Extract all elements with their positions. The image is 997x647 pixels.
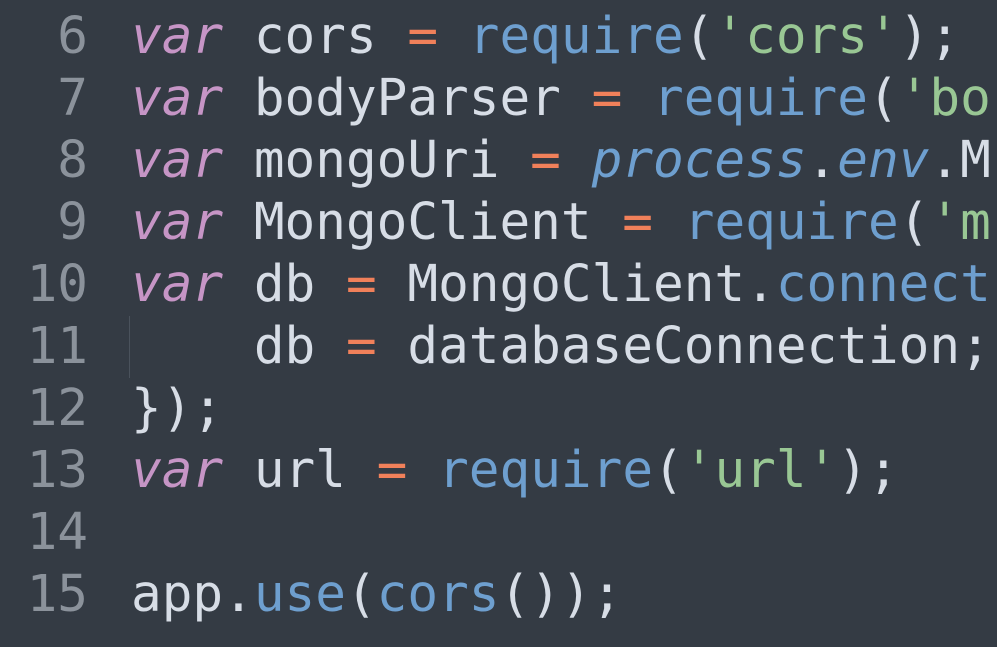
code-token-text: mongoUri — [223, 131, 531, 190]
code-token-keyword: var — [131, 193, 224, 252]
line-number: 10 — [26, 255, 88, 314]
line-number: 7 — [57, 69, 88, 128]
code-token-text: ); — [837, 441, 899, 500]
code-text: var bodyParser = require('bo — [131, 68, 991, 130]
code-token-operator: = — [345, 317, 377, 376]
code-line[interactable]: 8 var mongoUri = process.env.M — [0, 130, 997, 192]
code-token-text: MongoClient — [223, 193, 623, 252]
code-token-text: databaseConnection; — [376, 317, 991, 376]
line-number: 8 — [57, 131, 88, 190]
code-token-text: . — [806, 131, 838, 190]
code-text: var mongoUri = process.env.M — [131, 130, 991, 192]
code-text: var cors = require('cors'); — [131, 6, 960, 68]
code-token-text: url — [223, 441, 377, 500]
code-token-string: 'm — [929, 193, 991, 252]
line-number: 9 — [57, 193, 88, 252]
code-line[interactable]: 7 var bodyParser = require('bo — [0, 68, 997, 130]
code-token-text: ( — [683, 7, 715, 66]
code-token-function: process — [591, 131, 807, 190]
code-lines: 6 var cors = require('cors'); 7 var bodyPar… — [0, 6, 997, 626]
code-token-function: cors — [376, 565, 500, 624]
code-token-text: db — [131, 317, 346, 376]
code-token-text: ( — [867, 69, 899, 128]
code-token-function: require — [468, 7, 684, 66]
code-token-function: connect — [775, 255, 991, 314]
code-line[interactable]: 12}); — [0, 378, 997, 440]
line-number: 13 — [26, 441, 88, 500]
code-token-function: env — [837, 131, 930, 190]
line-number: 14 — [26, 503, 88, 562]
code-line[interactable]: 14 — [0, 502, 997, 564]
code-token-text: MongoClient. — [376, 255, 776, 314]
code-token-text: ()); — [499, 565, 623, 624]
code-text: app.use(cors()); — [131, 564, 622, 626]
code-text: }); — [131, 378, 223, 440]
code-token-function: require — [683, 193, 899, 252]
code-text: var MongoClient = require('m — [131, 192, 991, 254]
code-text: var url = require('url'); — [131, 440, 899, 502]
code-token-keyword: var — [131, 255, 224, 314]
code-token-string: 'cors' — [714, 7, 899, 66]
code-token-operator: = — [407, 7, 439, 66]
code-token-text: bodyParser — [223, 69, 592, 128]
line-number: 15 — [26, 565, 88, 624]
code-token-keyword: var — [131, 131, 224, 190]
code-text: db = databaseConnection; — [131, 316, 991, 378]
code-token-text: db — [223, 255, 346, 314]
code-token-function: require — [653, 69, 868, 128]
code-line[interactable]: 10 var db = MongoClient.connect — [0, 254, 997, 316]
code-token-function: require — [438, 441, 654, 500]
code-token-string: 'url' — [683, 441, 838, 500]
code-token-text: app. — [131, 565, 254, 624]
code-token-text: .M — [929, 131, 991, 190]
code-token-keyword: var — [131, 7, 224, 66]
code-token-keyword: var — [131, 69, 224, 128]
code-token-operator: = — [622, 193, 654, 252]
code-token-string: 'bo — [898, 69, 991, 128]
code-line[interactable]: 13 var url = require('url'); — [0, 440, 997, 502]
code-token-text: ( — [345, 565, 377, 624]
code-token-text: }); — [131, 379, 224, 438]
code-token-operator: = — [591, 69, 623, 128]
indent-guide — [129, 316, 130, 378]
code-token-text: ); — [898, 7, 961, 66]
code-token-text: ( — [898, 193, 930, 252]
code-line[interactable]: 11 db = databaseConnection; — [0, 316, 997, 378]
code-editor[interactable]: 6 var cors = require('cors'); 7 var bodyPar… — [0, 0, 997, 647]
code-token-operator: = — [376, 441, 408, 500]
code-token-text: ( — [653, 441, 684, 500]
code-token-keyword: var — [131, 441, 224, 500]
code-token-operator: = — [530, 131, 561, 190]
code-text: var db = MongoClient.connect — [131, 254, 991, 316]
code-token-text: cors — [223, 7, 408, 66]
code-token-function: use — [253, 565, 346, 624]
line-number: 12 — [26, 379, 88, 438]
code-line[interactable]: 9 var MongoClient = require('m — [0, 192, 997, 254]
code-line[interactable]: 6 var cors = require('cors'); — [0, 6, 997, 68]
code-line[interactable]: 15 app.use(cors()); — [0, 564, 997, 626]
line-number: 6 — [57, 7, 88, 66]
code-token-operator: = — [345, 255, 377, 314]
line-number: 11 — [26, 317, 88, 376]
